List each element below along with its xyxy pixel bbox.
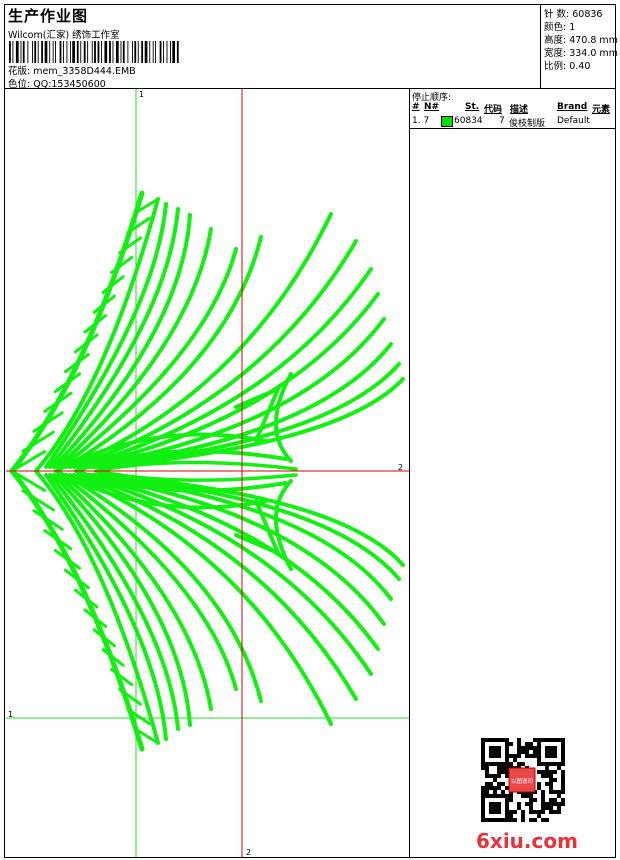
design-canvas: 1 1 2 2 (6, 89, 409, 857)
col-num: # (412, 102, 420, 112)
green-vertical-axis-label: 1 (139, 90, 144, 99)
barcode (9, 41, 179, 63)
col-element: 元素 (592, 105, 611, 115)
document-title: 生产作业图 (8, 7, 89, 25)
qr-code: 以图速印 (481, 738, 565, 822)
col-brand: Brand (557, 102, 588, 112)
green-horizontal-axis-label: 1 (8, 710, 13, 719)
stamp-text: 以图速印 (511, 777, 534, 785)
header-info: 生产作业图 Wilcom(汇家) 绣饰工作室 花版: mem_3358D444.… (5, 5, 540, 90)
design-scale: 比例: 0.40 (544, 61, 591, 72)
col-desc: 描述 (510, 105, 529, 115)
row-brand: Default (557, 116, 590, 126)
design-line: 花版: mem_3358D444.EMB (8, 63, 136, 77)
red-vertical-axis-label: 2 (246, 848, 251, 857)
stitch-count: 针 数: 60836 (544, 9, 603, 20)
col-code: 代码 (484, 105, 503, 115)
col-n: N# (424, 102, 440, 112)
color-count: 颜色: 1 (544, 22, 576, 33)
red-horizontal-axis-label: 2 (398, 463, 403, 472)
color-swatch (441, 116, 453, 127)
studio-name: Wilcom(汇家) 绣饰工作室 (8, 30, 120, 41)
row-st: 60834 (454, 116, 483, 126)
col-st: St. (465, 102, 480, 112)
table-divider (410, 128, 615, 129)
design-width: 宽度: 334.0 mm (544, 48, 618, 59)
site-logo: 6xiu.com (476, 829, 578, 853)
row-num: 1. 7 (412, 116, 430, 126)
design-height: 高度: 470.8 mm (544, 35, 618, 46)
row-code: 7 (499, 116, 505, 126)
stats-box: 针 数: 60836 颜色: 1 高度: 470.8 mm 宽度: 334.0 … (540, 5, 618, 89)
